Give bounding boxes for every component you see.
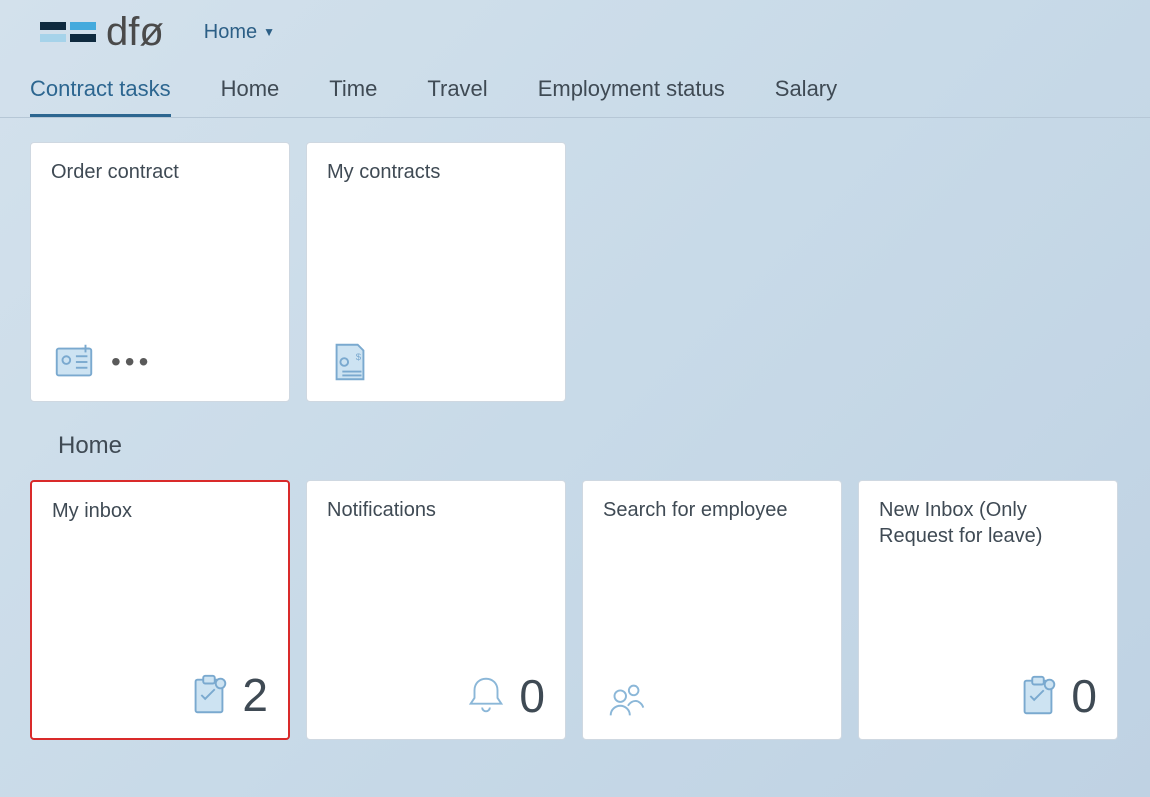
tile-title: My inbox	[52, 498, 268, 524]
tile-search-employee[interactable]: Search for employee	[582, 480, 842, 740]
tile-count: 0	[1071, 669, 1097, 723]
nav-tab-salary[interactable]: Salary	[775, 76, 837, 114]
tile-count: 0	[519, 669, 545, 723]
tile-title: Search for employee	[603, 497, 821, 523]
clipboard-icon	[1015, 673, 1061, 719]
section-title-home: Home	[58, 432, 1120, 460]
tile-title: My contracts	[327, 159, 545, 185]
home-menu-label: Home	[204, 21, 257, 44]
people-icon	[603, 677, 649, 723]
nav-tab-contract-tasks[interactable]: Contract tasks	[30, 76, 171, 117]
tile-row-contract-tasks: Order contract ••• My contracts $	[30, 142, 1120, 402]
tile-row-home: My inbox 2 Notifications 0 Search for em…	[30, 480, 1120, 740]
tile-title: Order contract	[51, 159, 269, 185]
bell-icon	[463, 673, 509, 719]
ellipsis-icon: •••	[111, 346, 152, 378]
clipboard-icon	[186, 672, 232, 718]
brand-text: dfø	[106, 10, 164, 55]
tile-notifications[interactable]: Notifications 0	[306, 480, 566, 740]
nav-tab-time[interactable]: Time	[329, 76, 377, 114]
home-menu-dropdown[interactable]: Home ▼	[204, 21, 275, 44]
chevron-down-icon: ▼	[263, 25, 275, 39]
brand-mark-icon	[40, 22, 96, 42]
nav-tabs: Contract tasks Home Time Travel Employme…	[0, 58, 1150, 118]
nav-tab-employment-status[interactable]: Employment status	[538, 76, 725, 114]
svg-text:$: $	[356, 352, 362, 363]
nav-tab-home[interactable]: Home	[221, 76, 280, 114]
top-bar: dfø Home ▼	[0, 0, 1150, 58]
content-area: Order contract ••• My contracts $ Home M…	[0, 118, 1150, 794]
tile-order-contract[interactable]: Order contract •••	[30, 142, 290, 402]
nav-tab-travel[interactable]: Travel	[427, 76, 487, 114]
tile-count: 2	[242, 668, 268, 722]
tile-new-inbox[interactable]: New Inbox (Only Request for leave) 0	[858, 480, 1118, 740]
tile-my-inbox[interactable]: My inbox 2	[30, 480, 290, 740]
brand-logo: dfø	[40, 10, 164, 55]
tile-title: New Inbox (Only Request for leave)	[879, 497, 1097, 549]
tile-title: Notifications	[327, 497, 545, 523]
money-doc-icon: $	[327, 339, 373, 385]
id-card-plus-icon	[51, 339, 97, 385]
tile-my-contracts[interactable]: My contracts $	[306, 142, 566, 402]
